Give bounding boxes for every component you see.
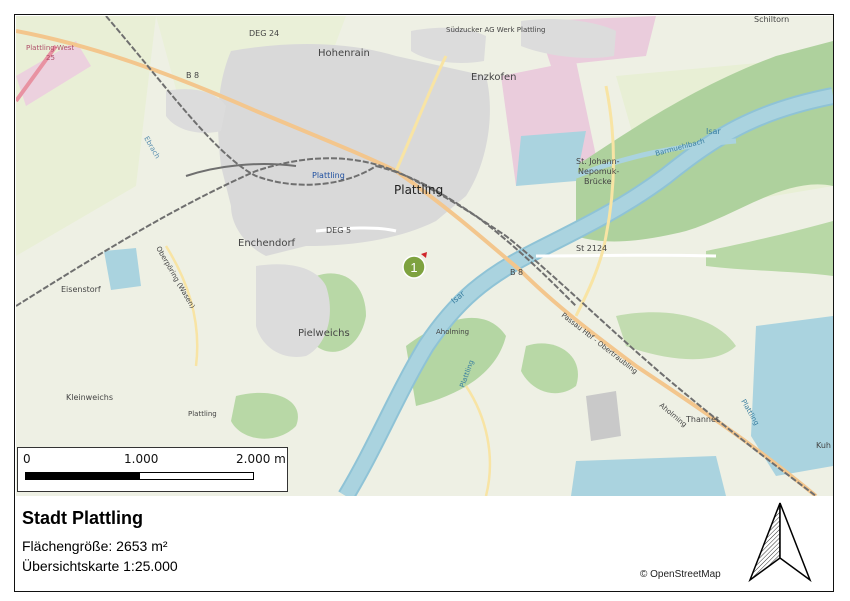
label-kleinweichs: Kleinweichs — [66, 393, 113, 402]
label-kuh: Kuh — [816, 441, 831, 450]
label-suedzucker: Südzucker AG Werk Plattling — [446, 26, 546, 34]
label-enzkofen: Enzkofen — [471, 72, 516, 83]
label-b8-top: B 8 — [186, 71, 199, 80]
label-schiltorn: Schiltorn — [754, 16, 789, 24]
overview-scale: Übersichtskarte 1:25.000 — [22, 558, 178, 574]
label-plattling-small1: Plattling — [188, 410, 217, 418]
label-deg5: DEG 5 — [326, 226, 351, 235]
label-plattling-station: Plattling — [312, 171, 345, 180]
map-canvas[interactable]: DEG 24 Hohenrain Südzucker AG Werk Platt… — [16, 16, 833, 496]
label-aholming1: Aholming — [436, 328, 469, 336]
scale-label-zero: 0 — [23, 452, 31, 466]
scale-bar-graphic — [25, 472, 254, 480]
scale-label-end: 2.000 m — [236, 452, 286, 466]
north-arrow-icon — [748, 502, 812, 583]
label-plattling-city: Plattling — [394, 183, 443, 197]
label-st2124: St 2124 — [576, 244, 607, 253]
label-hohenrain: Hohenrain — [318, 48, 370, 59]
map-title: Stadt Plattling — [22, 508, 143, 528]
label-pielweichs: Pielweichs — [298, 328, 350, 339]
label-thannet: Thannet — [685, 415, 719, 424]
map-view[interactable]: DEG 24 Hohenrain Südzucker AG Werk Platt… — [16, 16, 833, 496]
scale-bar-segment — [26, 473, 140, 479]
area-size: Flächengröße: 2653 m² — [22, 538, 168, 554]
label-st-johann: St. Johann- — [576, 157, 620, 166]
label-deg24: DEG 24 — [249, 29, 279, 38]
label-plattling-west-num: 25 — [46, 54, 55, 62]
label-plattling-west: Plattling-West — [26, 44, 74, 52]
label-eisenstorf: Eisenstorf — [61, 285, 101, 294]
label-b8-mid: B 8 — [510, 268, 523, 277]
label-isar-top: Isar — [706, 127, 721, 136]
scale-label-mid: 1.000 — [124, 452, 159, 466]
label-bruecke: Brücke — [584, 177, 612, 186]
label-nepomuk: Nepomuk- — [578, 167, 619, 176]
label-enchendorf: Enchendorf — [238, 238, 296, 249]
location-marker-label: 1 — [410, 260, 417, 275]
attribution: © OpenStreetMap — [640, 569, 721, 580]
scale-bar: 0 1.000 2.000 m — [17, 447, 288, 492]
